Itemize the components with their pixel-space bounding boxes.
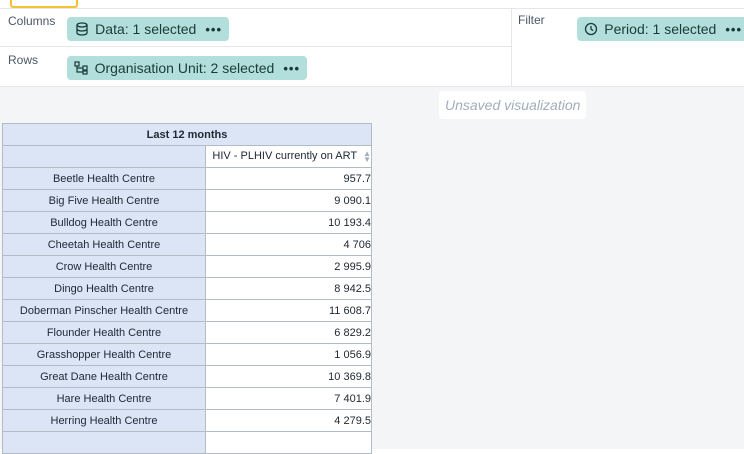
- axis-divider: [0, 46, 511, 47]
- org-unit-cell: Great Dane Health Centre: [2, 365, 206, 388]
- filter-axis-label: Filter: [518, 13, 545, 27]
- value-cell[interactable]: [205, 431, 372, 454]
- org-unit-cell: Hare Health Centre: [2, 387, 206, 410]
- table-row: Bulldog Health Centre 10 193.4: [2, 211, 372, 234]
- sort-icon[interactable]: ▲ ▼: [363, 149, 371, 163]
- rows-orgunit-chip[interactable]: Organisation Unit: 2 selected •••: [67, 56, 307, 80]
- value-cell[interactable]: 11 608.7: [205, 299, 372, 322]
- table-row: Hare Health Centre 7 401.9: [2, 387, 372, 410]
- top-toolbar-strip: [0, 0, 744, 9]
- value-cell[interactable]: 8 942.5: [205, 277, 372, 300]
- value-cell[interactable]: 9 090.1: [205, 189, 372, 212]
- chip-menu-icon[interactable]: •••: [205, 22, 222, 37]
- chip-menu-icon[interactable]: •••: [725, 22, 742, 37]
- value-cell[interactable]: 4 279.5: [205, 409, 372, 432]
- table-row: [2, 431, 372, 454]
- table-row: Dingo Health Centre 8 942.5: [2, 277, 372, 300]
- filter-period-chip[interactable]: Period: 1 selected •••: [577, 17, 744, 41]
- filter-axis: Filter Period: 1 selected •••: [511, 9, 744, 86]
- table-row: Big Five Health Centre 9 090.1: [2, 189, 372, 212]
- org-unit-cell: Grasshopper Health Centre: [2, 343, 206, 366]
- columns-chip-label: Data: 1 selected: [95, 21, 197, 37]
- value-cell[interactable]: 10 193.4: [205, 211, 372, 234]
- data-column-header-label: HIV - PLHIV currently on ART: [212, 150, 358, 163]
- value-cell[interactable]: 6 829.2: [205, 321, 372, 344]
- org-unit-cell: Doberman Pinscher Health Centre: [2, 299, 206, 322]
- period-header: Last 12 months: [2, 123, 372, 146]
- org-unit-cell: Cheetah Health Centre: [2, 233, 206, 256]
- org-unit-cell: Crow Health Centre: [2, 255, 206, 278]
- org-unit-cell: [2, 431, 206, 454]
- org-unit-cell: Dingo Health Centre: [2, 277, 206, 300]
- value-cell[interactable]: 1 056.9: [205, 343, 372, 366]
- table-row: Crow Health Centre 2 995.9: [2, 255, 372, 278]
- table-row: Grasshopper Health Centre 1 056.9: [2, 343, 372, 366]
- org-unit-cell: Herring Health Centre: [2, 409, 206, 432]
- columns-axis-label: Columns: [8, 14, 56, 28]
- layout-panel: Columns Data: 1 selected ••• Rows Organi…: [0, 9, 744, 87]
- value-cell[interactable]: 7 401.9: [205, 387, 372, 410]
- visualization-status-title: Unsaved visualization: [439, 91, 587, 119]
- table-row: Herring Health Centre 4 279.5: [2, 409, 372, 432]
- table-row: Cheetah Health Centre 4 706: [2, 233, 372, 256]
- data-column-header[interactable]: HIV - PLHIV currently on ART ▲ ▼: [205, 145, 372, 168]
- rows-axis-label: Rows: [8, 53, 39, 67]
- columns-data-chip[interactable]: Data: 1 selected •••: [67, 17, 229, 41]
- corner-cell: [2, 145, 206, 168]
- table-row: Beetle Health Centre 957.7: [2, 167, 372, 190]
- filter-chip-label: Period: 1 selected: [604, 21, 717, 37]
- org-unit-cell: Flounder Health Centre: [2, 321, 206, 344]
- table-row: Great Dane Health Centre 10 369.8: [2, 365, 372, 388]
- update-button[interactable]: [10, 0, 78, 8]
- org-unit-cell: Big Five Health Centre: [2, 189, 206, 212]
- org-unit-cell: Beetle Health Centre: [2, 167, 206, 190]
- clock-icon: [584, 21, 598, 37]
- chip-menu-icon[interactable]: •••: [283, 61, 300, 76]
- value-cell[interactable]: 957.7: [205, 167, 372, 190]
- value-cell[interactable]: 10 369.8: [205, 365, 372, 388]
- visualization-canvas: Unsaved visualization Last 12 months HIV…: [0, 87, 744, 454]
- value-cell[interactable]: 2 995.9: [205, 255, 372, 278]
- layout-axes: Columns Data: 1 selected ••• Rows Organi…: [0, 9, 511, 86]
- value-cell[interactable]: 4 706: [205, 233, 372, 256]
- pivot-table: Last 12 months HIV - PLHIV currently on …: [2, 123, 372, 454]
- table-row: Flounder Health Centre 6 829.2: [2, 321, 372, 344]
- org-unit-cell: Bulldog Health Centre: [2, 211, 206, 234]
- rows-chip-label: Organisation Unit: 2 selected: [94, 60, 275, 76]
- database-icon: [74, 21, 89, 37]
- org-unit-tree-icon: [74, 60, 89, 76]
- table-row: Doberman Pinscher Health Centre 11 608.7: [2, 299, 372, 322]
